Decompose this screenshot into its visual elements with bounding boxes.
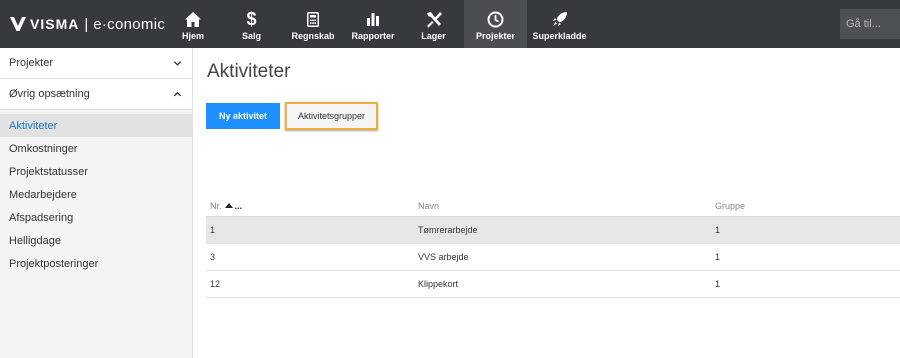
page-title: Aktiviteter: [207, 61, 291, 82]
main-nav: Hjem $ Salg Regnskab Rapporter Lager Pro…: [166, 0, 592, 48]
nav-label: Lager: [421, 31, 446, 41]
nav-item-rapporter[interactable]: Rapporter: [343, 0, 403, 48]
nav-item-projekter[interactable]: Projekter: [464, 0, 527, 48]
table-header-row: Nr.... Navn Gruppe: [206, 196, 900, 217]
table-row[interactable]: 3 VVS arbejde 1: [206, 243, 900, 271]
calculator-icon: [307, 8, 319, 30]
sidebar-item-afspadsering[interactable]: Afspadsering: [0, 206, 192, 229]
new-activity-button[interactable]: Ny aktivitet: [206, 103, 280, 129]
sidebar-submenu: Aktiviteter Omkostninger Projektstatusse…: [0, 110, 192, 275]
home-icon: [184, 8, 202, 30]
cell-gruppe: 1: [715, 216, 900, 244]
chevron-up-icon: [173, 91, 182, 96]
cell-gruppe: 1: [715, 243, 900, 271]
column-header-nr[interactable]: Nr....: [206, 196, 418, 217]
nav-label: Rapporter: [351, 31, 395, 41]
nav-label: Superkladde: [532, 31, 587, 41]
rocket-icon: [552, 8, 568, 30]
cell-nr: 12: [206, 270, 418, 298]
sidebar-section-label: Projekter: [9, 57, 54, 69]
sidebar-item-omkostninger[interactable]: Omkostninger: [0, 137, 192, 160]
cell-navn: Klippekort: [418, 270, 715, 298]
sidebar-section-oevrig-opsaetning[interactable]: Øvrig opsætning: [0, 79, 192, 110]
dollar-icon: $: [246, 8, 257, 29]
nav-item-salg[interactable]: $ Salg: [220, 0, 283, 48]
sidebar-section-label: Øvrig opsætning: [9, 88, 90, 100]
sidebar-item-projektstatusser[interactable]: Projektstatusser: [0, 160, 192, 183]
nav-item-lager[interactable]: Lager: [403, 0, 464, 48]
nav-item-regnskab[interactable]: Regnskab: [283, 0, 343, 48]
sidebar-section-projekter[interactable]: Projekter: [0, 48, 192, 79]
nav-label: Regnskab: [291, 31, 335, 41]
table-row[interactable]: 12 Klippekort 1: [206, 270, 900, 298]
sidebar-item-helligdage[interactable]: Helligdage: [0, 229, 192, 252]
activity-groups-button[interactable]: Aktivitetsgrupper: [285, 102, 378, 130]
search-input[interactable]: [840, 9, 900, 39]
column-header-gruppe[interactable]: Gruppe: [715, 196, 900, 217]
brand-name: VISMA: [30, 16, 80, 32]
activities-table: Nr.... Navn Gruppe 1 Tømrerarbejde 1 3 V…: [206, 196, 900, 298]
nav-item-superkladde[interactable]: Superkladde: [527, 0, 592, 48]
nav-label: Projekter: [475, 31, 516, 41]
clock-icon: [487, 8, 504, 30]
cell-nr: 3: [206, 243, 418, 271]
logo-separator: |: [84, 15, 89, 33]
tools-icon: [425, 8, 443, 30]
column-options-icon[interactable]: ...: [235, 201, 243, 211]
table-row[interactable]: 1 Tømrerarbejde 1: [206, 216, 900, 244]
sidebar-item-medarbejdere[interactable]: Medarbejdere: [0, 183, 192, 206]
chevron-down-icon: [173, 60, 182, 66]
cell-navn: Tømrerarbejde: [418, 216, 715, 244]
product-name: e·conomic: [93, 15, 166, 33]
nav-item-hjem[interactable]: Hjem: [166, 0, 220, 48]
cell-nr: 1: [206, 216, 418, 244]
nav-label: Hjem: [181, 31, 204, 41]
nav-label: Salg: [241, 31, 261, 41]
sidebar-item-aktiviteter[interactable]: Aktiviteter: [0, 114, 192, 137]
column-header-label: Nr.: [210, 200, 222, 211]
visma-mark-icon: [10, 17, 26, 31]
sidebar-item-projektposteringer[interactable]: Projektposteringer: [0, 252, 192, 275]
sort-ascending-icon: [224, 202, 233, 208]
column-header-navn[interactable]: Navn: [418, 196, 715, 217]
top-navigation-bar: VISMA | e·conomic Hjem $ Salg Regnskab R…: [0, 0, 900, 48]
sidebar: Projekter Øvrig opsætning Aktiviteter Om…: [0, 48, 193, 358]
visma-logo[interactable]: VISMA | e·conomic: [10, 14, 165, 34]
cell-gruppe: 1: [715, 270, 900, 298]
bar-chart-icon: [366, 8, 380, 30]
cell-navn: VVS arbejde: [418, 243, 715, 271]
